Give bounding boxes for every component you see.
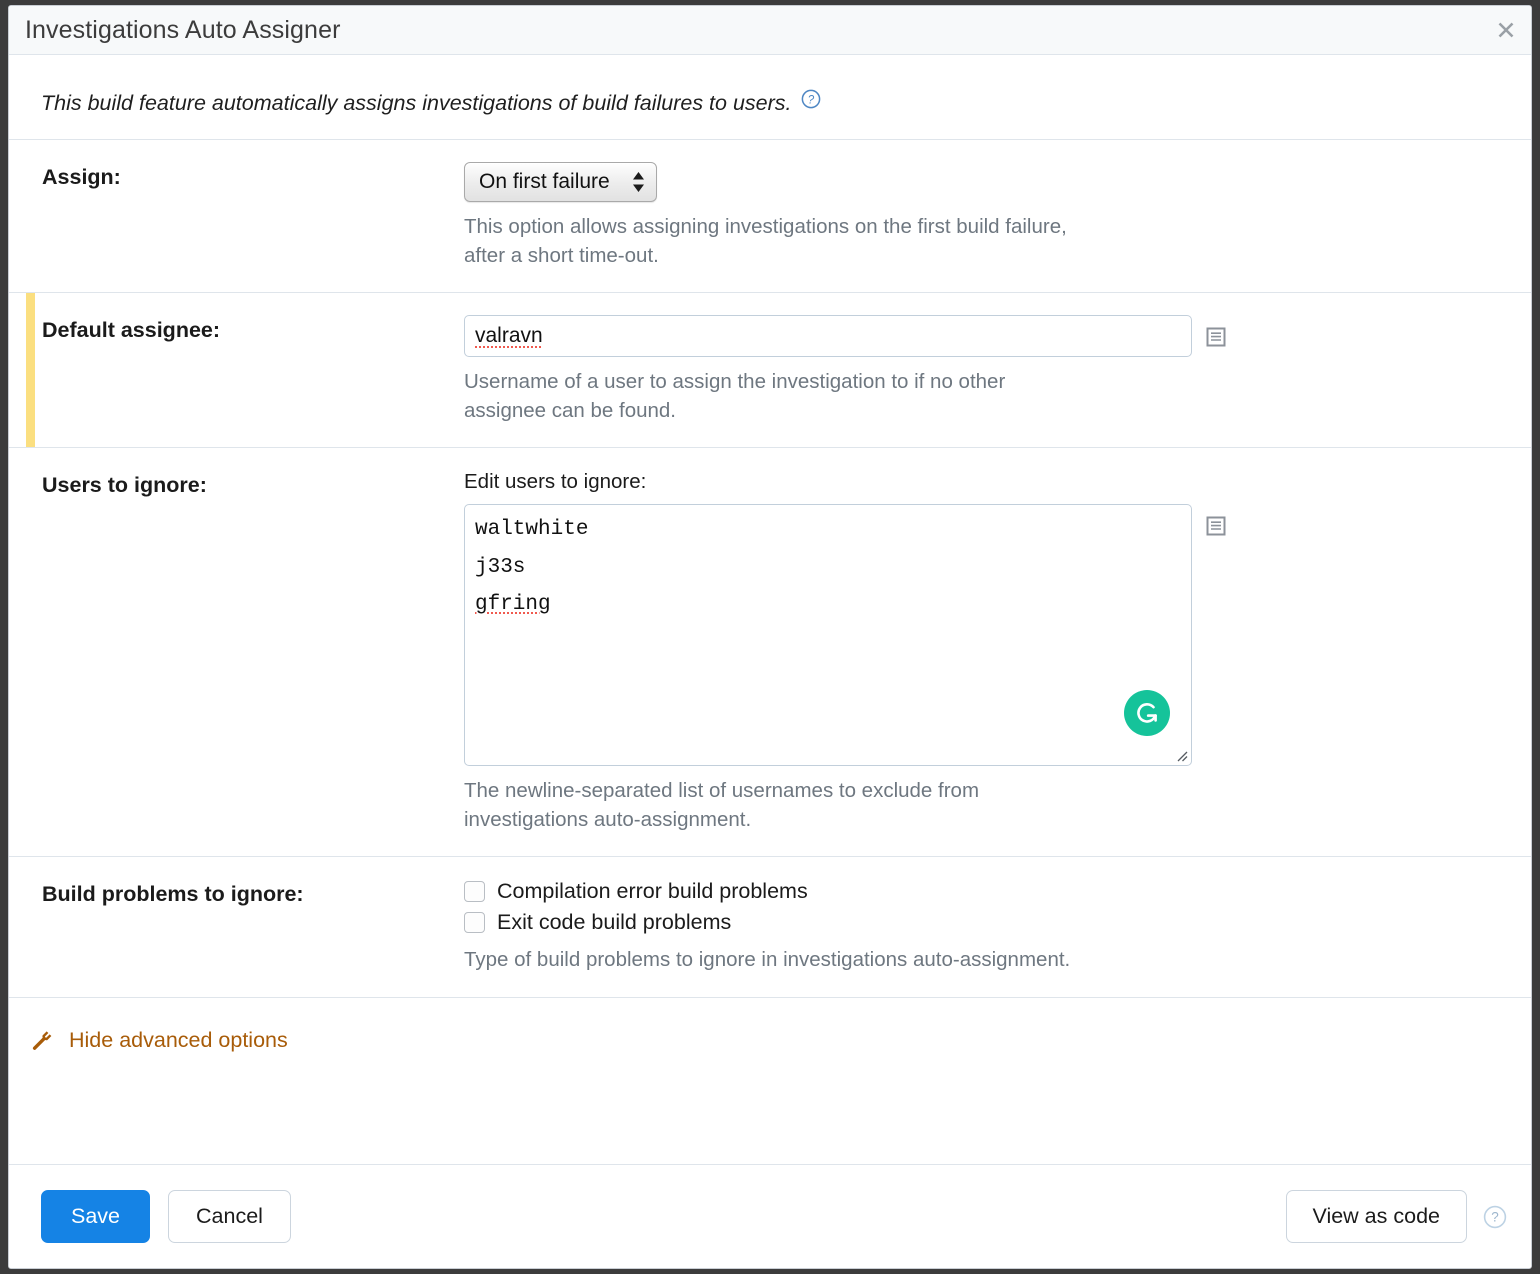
build-problems-description: Type of build problems to ignore in inve… [464,945,1079,974]
edit-users-sublabel: Edit users to ignore: [464,470,1507,494]
row-build-problems-label: Build problems to ignore: [9,879,464,974]
dialog-body: This build feature automatically assigns… [9,55,1531,1164]
checkbox-compilation-error[interactable]: Compilation error build problems [464,879,1507,904]
hide-advanced-options-label: Hide advanced options [69,1028,288,1053]
row-assign-content: On first failure This option allows assi… [464,162,1531,270]
default-assignee-description: Username of a user to assign the investi… [464,367,1079,425]
wrench-icon [31,1028,55,1052]
default-assignee-input[interactable] [464,315,1192,357]
checkbox-icon[interactable] [464,881,485,902]
row-assign-label: Assign: [9,162,464,270]
help-circle-outline-icon[interactable]: ? [1483,1205,1507,1229]
assign-description: This option allows assigning investigati… [464,212,1079,270]
users-to-ignore-description: The newline-separated list of usernames … [464,776,1079,834]
textarea-line: j33s [475,549,1181,586]
users-textarea-wrapper: waltwhitej33sgfring [464,504,1192,766]
page-title: Investigations Auto Assigner [25,16,341,45]
help-circle-icon[interactable]: ? [801,89,821,109]
svg-text:?: ? [807,94,814,106]
row-assign: Assign: On first failure This option all… [9,140,1531,292]
dialog-titlebar: Investigations Auto Assigner [9,6,1531,55]
save-button[interactable]: Save [41,1190,150,1244]
row-default-assignee: Default assignee: Username of a user to … [9,293,1531,447]
grammarly-icon[interactable] [1124,690,1170,736]
row-build-problems-content: Compilation error build problems Exit co… [464,879,1531,974]
close-icon[interactable] [1493,17,1519,43]
svg-text:?: ? [1491,1209,1499,1224]
row-default-assignee-label: Default assignee: [9,315,464,425]
row-build-problems: Build problems to ignore: Compilation er… [9,857,1531,996]
users-to-ignore-textarea[interactable]: waltwhitej33sgfring [464,504,1192,766]
default-assignee-input-line [464,315,1507,357]
assign-select-wrapper: On first failure [464,162,657,202]
users-textarea-line: waltwhitej33sgfring [464,504,1507,766]
view-as-code-button[interactable]: View as code [1286,1190,1468,1244]
feature-description-text: This build feature automatically assigns… [41,91,792,117]
row-users-to-ignore-content: Edit users to ignore: waltwhitej33sgfrin… [464,470,1531,834]
list-picker-icon[interactable] [1206,327,1226,347]
checkbox-exit-code[interactable]: Exit code build problems [464,910,1507,935]
row-users-to-ignore-label: Users to ignore: [9,470,464,834]
assign-select[interactable]: On first failure [464,162,657,202]
row-users-to-ignore: Users to ignore: Edit users to ignore: w… [9,448,1531,856]
row-default-assignee-content: Username of a user to assign the investi… [464,315,1531,425]
textarea-line: gfring [475,586,1181,623]
checkbox-icon[interactable] [464,912,485,933]
feature-description: This build feature automatically assigns… [9,55,1531,139]
checkbox-label: Compilation error build problems [497,879,808,904]
checkbox-label: Exit code build problems [497,910,731,935]
cancel-button[interactable]: Cancel [168,1190,291,1244]
hide-advanced-options-link[interactable]: Hide advanced options [9,998,1531,1081]
textarea-line: waltwhite [475,511,1181,548]
list-picker-icon[interactable] [1206,516,1226,536]
dialog-footer: Save Cancel View as code ? [9,1164,1531,1268]
screen: Investigations Auto Assigner This build … [0,0,1540,1274]
investigations-auto-assigner-dialog: Investigations Auto Assigner This build … [8,5,1532,1269]
